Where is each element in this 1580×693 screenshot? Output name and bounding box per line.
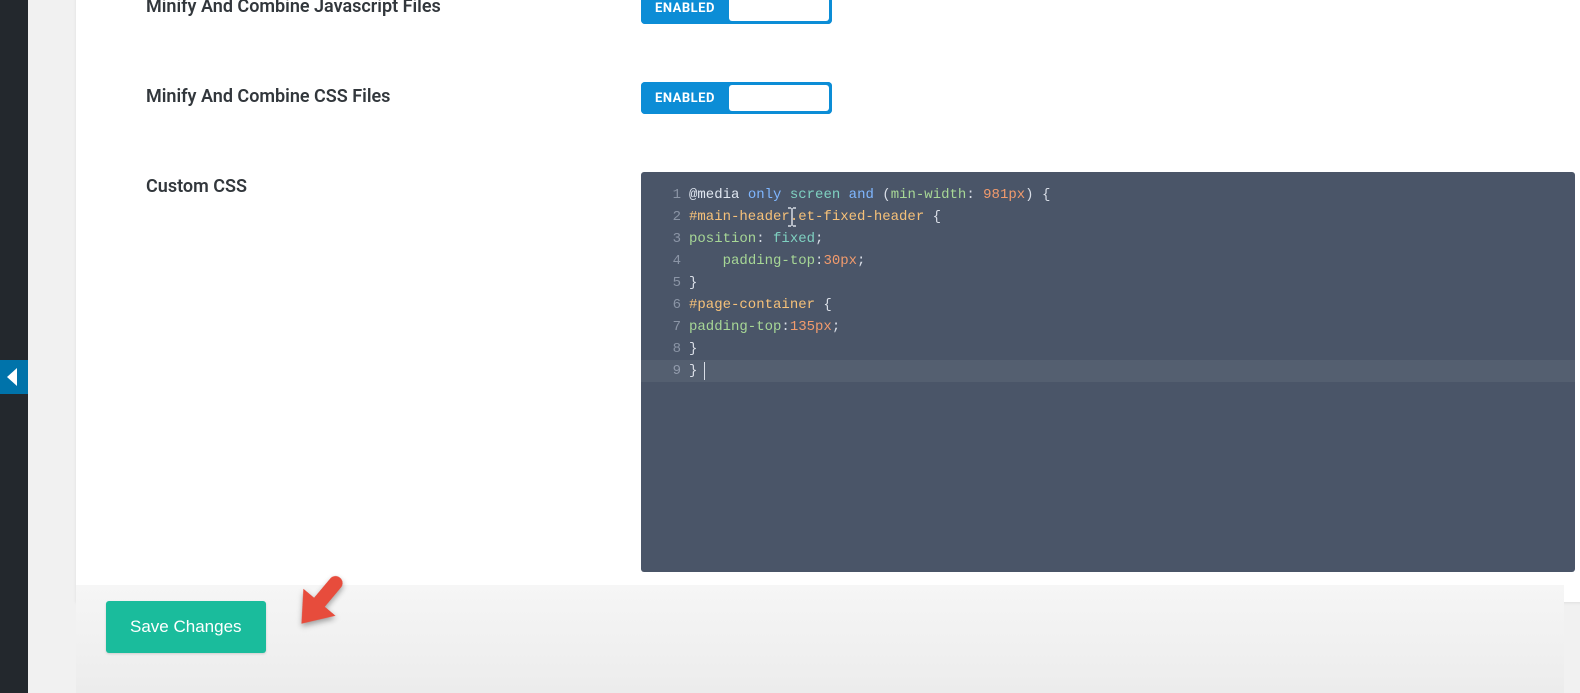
line-code: #main-header.et-fixed-header { xyxy=(689,206,1561,228)
toggle-state-label: ENABLED xyxy=(641,82,729,114)
line-number: 1 xyxy=(641,184,689,206)
setting-control: ENABLED xyxy=(641,0,1580,24)
code-line: 7padding-top:135px; xyxy=(641,316,1561,338)
line-code: padding-top:135px; xyxy=(689,316,1561,338)
editor-active-line-highlight xyxy=(641,360,1575,382)
code-line: 2#main-header.et-fixed-header { xyxy=(641,206,1561,228)
setting-row-custom-css: Custom CSS 1@media only screen and (min-… xyxy=(76,172,1580,572)
toggle-knob xyxy=(729,85,829,111)
line-code: padding-top:30px; xyxy=(689,250,1561,272)
code-line: 8} xyxy=(641,338,1561,360)
code-line: 1@media only screen and (min-width: 981p… xyxy=(641,184,1561,206)
line-number: 3 xyxy=(641,228,689,250)
toggle-knob xyxy=(729,0,829,21)
admin-sidebar-collapsed xyxy=(0,0,28,693)
line-number: 6 xyxy=(641,294,689,316)
setting-label: Custom CSS xyxy=(146,172,641,199)
line-code: } xyxy=(689,338,1561,360)
code-line: 3position: fixed; xyxy=(641,228,1561,250)
line-number: 4 xyxy=(641,250,689,272)
line-number: 5 xyxy=(641,272,689,294)
code-line: 4 padding-top:30px; xyxy=(641,250,1561,272)
line-code: } xyxy=(689,272,1561,294)
line-number: 8 xyxy=(641,338,689,360)
line-number: 7 xyxy=(641,316,689,338)
line-code: position: fixed; xyxy=(689,228,1561,250)
editor-cursor xyxy=(704,362,705,380)
collapse-handle[interactable] xyxy=(0,360,28,394)
setting-row-minify-js: Minify And Combine Javascript Files ENAB… xyxy=(76,0,1580,24)
app-root: Minify And Combine Javascript Files ENAB… xyxy=(0,0,1580,693)
setting-row-minify-css: Minify And Combine CSS Files ENABLED xyxy=(76,82,1580,114)
code-line: 5} xyxy=(641,272,1561,294)
toggle-state-label: ENABLED xyxy=(641,0,729,24)
footer-bar: Save Changes xyxy=(76,585,1564,693)
chevron-left-icon xyxy=(7,368,17,386)
save-changes-button[interactable]: Save Changes xyxy=(106,601,266,653)
setting-label: Minify And Combine Javascript Files xyxy=(146,0,641,19)
line-code: #page-container { xyxy=(689,294,1561,316)
setting-label: Minify And Combine CSS Files xyxy=(146,82,641,109)
toggle-minify-css[interactable]: ENABLED xyxy=(641,82,832,114)
code-editor-custom-css[interactable]: 1@media only screen and (min-width: 981p… xyxy=(641,172,1575,572)
line-number: 2 xyxy=(641,206,689,228)
line-code: @media only screen and (min-width: 981px… xyxy=(689,184,1561,206)
settings-panel: Minify And Combine Javascript Files ENAB… xyxy=(76,0,1580,602)
toggle-minify-js[interactable]: ENABLED xyxy=(641,0,832,24)
setting-control: ENABLED xyxy=(641,82,1580,114)
main-area: Minify And Combine Javascript Files ENAB… xyxy=(28,0,1580,693)
setting-control: 1@media only screen and (min-width: 981p… xyxy=(641,172,1580,572)
code-line: 6#page-container { xyxy=(641,294,1561,316)
